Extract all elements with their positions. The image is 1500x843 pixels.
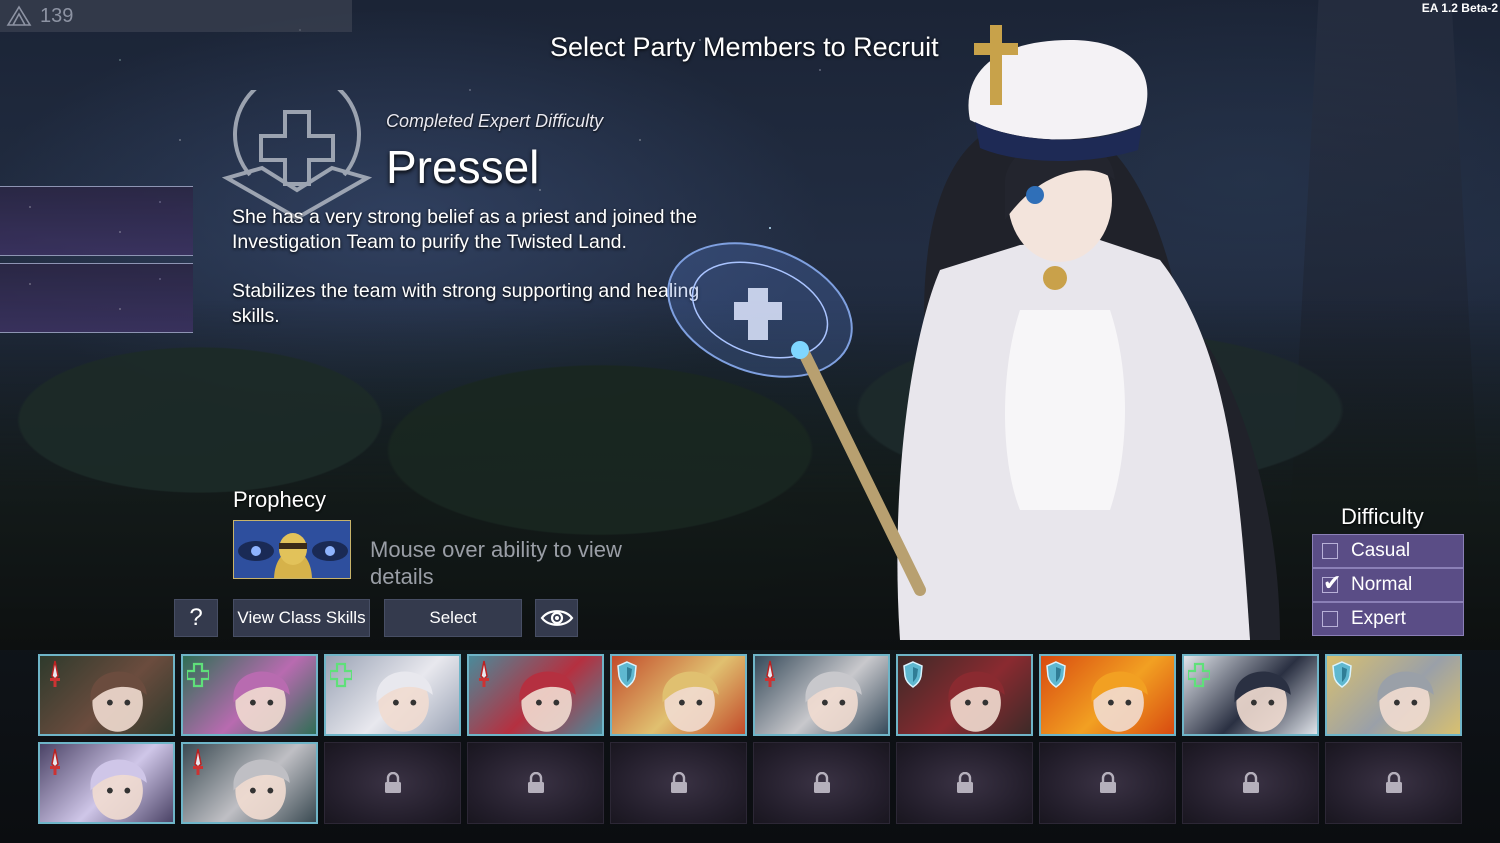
sword-class-icon: [50, 748, 60, 775]
normal-label: Normal: [1351, 574, 1413, 595]
sword-class-icon: [765, 660, 775, 687]
difficulty-label: Difficulty: [1341, 504, 1424, 529]
roster-character-card[interactable]: [38, 654, 175, 736]
roster-character-card[interactable]: [181, 654, 318, 736]
difficulty-expert[interactable]: Expert: [1312, 602, 1464, 636]
sword-class-icon: [193, 748, 203, 775]
character-portrait: [667, 25, 1280, 640]
roster-slot-locked: [1325, 742, 1462, 824]
heal-class-icon: [330, 662, 352, 688]
difficulty-normal[interactable]: ✔ Normal: [1312, 568, 1464, 602]
eye-icon: [540, 610, 573, 626]
lock-icon: [1385, 772, 1402, 793]
casual-label: Casual: [1351, 540, 1411, 561]
casual-checkbox[interactable]: [1322, 543, 1338, 559]
lock-icon: [956, 772, 973, 793]
character-name: Pressel: [386, 141, 540, 193]
roster-slot-locked: [324, 742, 461, 824]
lock-icon: [813, 772, 830, 793]
checkmark-icon: ✔: [1323, 570, 1342, 595]
roster-grid: [38, 654, 1462, 824]
roster-character-card[interactable]: [1182, 654, 1319, 736]
roster-character-card[interactable]: [1325, 654, 1462, 736]
roster-character-card[interactable]: [467, 654, 604, 736]
lock-icon: [1242, 772, 1259, 793]
roster-character-card[interactable]: [896, 654, 1033, 736]
heal-class-icon: [1188, 662, 1210, 688]
shield-class-icon: [1332, 661, 1352, 688]
healer-class-emblem-icon: [222, 90, 372, 220]
difficulty-casual[interactable]: Casual: [1312, 534, 1464, 568]
lock-icon: [384, 772, 401, 793]
resource-counter: 139: [0, 0, 352, 32]
version-label: EA 1.2 Beta-2: [1421, 1, 1498, 15]
view-class-skills-button[interactable]: View Class Skills: [233, 599, 370, 637]
counter-value: 139: [40, 4, 74, 27]
roster-slot-locked: [1182, 742, 1319, 824]
prophecy-hint: Mouse over ability to view details: [370, 537, 622, 589]
lock-icon: [670, 772, 687, 793]
lock-icon: [1099, 772, 1116, 793]
expert-checkbox[interactable]: [1322, 611, 1338, 627]
expert-label: Expert: [1351, 608, 1406, 629]
roster-character-card[interactable]: [38, 742, 175, 824]
shield-class-icon: [617, 661, 637, 688]
sword-class-icon: [479, 660, 489, 687]
side-panel-top[interactable]: [0, 186, 193, 256]
roster-character-card[interactable]: [324, 654, 461, 736]
roster-character-card[interactable]: [753, 654, 890, 736]
roster-slot-locked: [1039, 742, 1176, 824]
triangle-icon: [6, 5, 32, 26]
select-button[interactable]: Select: [384, 599, 522, 637]
sword-class-icon: [50, 660, 60, 687]
roster-character-card[interactable]: [610, 654, 747, 736]
roster-slot-locked: [610, 742, 747, 824]
normal-checkbox[interactable]: ✔: [1322, 572, 1341, 594]
heal-class-icon: [187, 662, 209, 688]
prophecy-ability-icon[interactable]: [233, 520, 351, 579]
prophecy-label: Prophecy: [233, 487, 326, 512]
roster-slot-locked: [467, 742, 604, 824]
completion-status: Completed Expert Difficulty: [386, 111, 604, 131]
eyes-prophecy-icon: [234, 521, 350, 578]
shield-class-icon: [1046, 661, 1066, 688]
roster-slot-locked: [896, 742, 1033, 824]
difficulty-selector: Casual ✔ Normal Expert: [1312, 534, 1464, 636]
side-panel-bottom[interactable]: [0, 263, 193, 333]
roster-character-card[interactable]: [1039, 654, 1176, 736]
help-button[interactable]: ?: [174, 599, 218, 637]
shield-class-icon: [903, 661, 923, 688]
lock-icon: [527, 772, 544, 793]
toggle-view-button[interactable]: [535, 599, 578, 637]
roster-character-card[interactable]: [181, 742, 318, 824]
roster-slot-locked: [753, 742, 890, 824]
